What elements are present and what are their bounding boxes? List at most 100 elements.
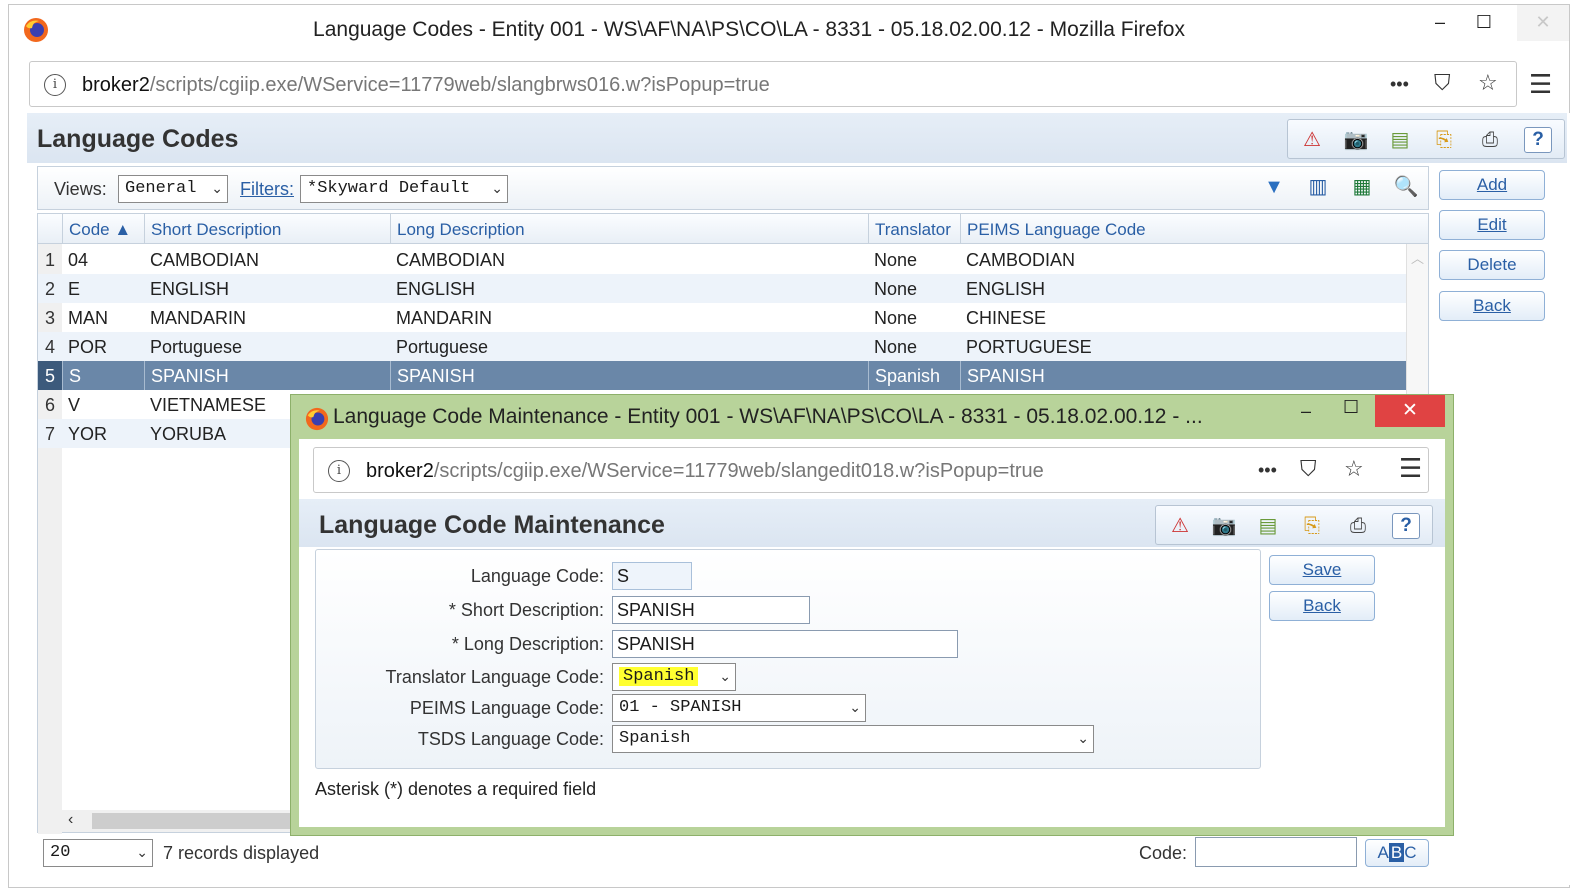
long-description-input[interactable]: SPANISH <box>612 630 958 658</box>
cell-long-description: MANDARIN <box>396 308 493 328</box>
abc-lookup-button[interactable]: ABC <box>1365 839 1429 867</box>
window-titlebar: Language Codes - Entity 001 - WS\AF\NA\P… <box>9 5 1569 53</box>
browser-menu-icon[interactable]: ☰ <box>1529 69 1552 100</box>
column-header-long-description[interactable]: Long Description <box>390 214 868 244</box>
chevron-down-icon: ⌄ <box>211 181 223 197</box>
popup-back-button[interactable]: Back <box>1269 591 1375 621</box>
url-host: broker2 <box>366 460 434 482</box>
tsds-language-code-select[interactable]: Spanish ⌄ <box>612 725 1094 753</box>
filter-icon[interactable]: ▼ <box>1260 174 1288 200</box>
translator-language-code-label: Translator Language Code: <box>385 667 604 687</box>
peims-language-code-label: PEIMS Language Code: <box>409 698 604 718</box>
address-bar[interactable]: i broker2/scripts/cgiip.exe/WService=117… <box>29 61 1517 107</box>
close-button[interactable]: ✕ <box>1517 5 1569 41</box>
camera-icon[interactable]: 📷 <box>1210 513 1238 539</box>
add-button[interactable]: Add <box>1439 170 1545 200</box>
excel-export-icon[interactable]: ▦ <box>1348 174 1376 200</box>
column-header-peims-language-code[interactable]: PEIMS Language Code <box>960 214 1406 244</box>
cell-code: 04 <box>68 250 89 270</box>
notes-icon[interactable]: ▤ <box>1386 127 1414 153</box>
cell-peims: CAMBODIAN <box>966 250 1076 270</box>
cell-peims: PORTUGUESE <box>966 337 1092 357</box>
filters-link[interactable]: Filters: <box>240 179 294 200</box>
print-icon[interactable]: ⎙ <box>1344 513 1372 539</box>
pocket-icon[interactable]: ⛉ <box>1434 70 1451 96</box>
export-icon[interactable]: ⎘ <box>1430 127 1458 153</box>
help-icon[interactable]: ? <box>1524 127 1552 153</box>
grid-header: Code ▲ Short Description Long Descriptio… <box>38 214 1428 244</box>
chevron-down-icon: ⌄ <box>719 669 731 685</box>
cell-code: S <box>62 361 144 390</box>
chevron-down-icon: ⌄ <box>1077 731 1089 747</box>
info-icon[interactable]: i <box>44 74 66 96</box>
more-actions-icon[interactable]: ••• <box>1390 74 1409 95</box>
save-button[interactable]: Save <box>1269 555 1375 585</box>
minimize-button[interactable]: – <box>1417 5 1463 41</box>
cell-short-description: CAMBODIAN <box>150 250 260 270</box>
export-icon[interactable]: ⎘ <box>1298 513 1326 539</box>
chevron-left-icon[interactable]: ‹ <box>68 811 73 829</box>
popup-address-bar[interactable]: i broker2/scripts/cgiip.exe/WService=117… <box>313 447 1429 493</box>
grid-footer: 20 ⌄ 7 records displayed Code: ABC <box>37 835 1447 871</box>
cell-code: POR <box>68 337 108 357</box>
address-url[interactable]: broker2/scripts/cgiip.exe/WService=11779… <box>82 74 770 97</box>
views-selected-value: General <box>125 179 197 198</box>
page-size-select[interactable]: 20 ⌄ <box>43 839 153 867</box>
chart-icon[interactable]: ▥ <box>1304 174 1332 200</box>
pocket-icon[interactable]: ⛉ <box>1300 456 1317 482</box>
row-number: 7 <box>44 424 55 444</box>
print-icon[interactable]: ⎙ <box>1476 127 1504 153</box>
url-path: /scripts/cgiip.exe/WService=11779web/sla… <box>433 460 1044 482</box>
chevron-down-icon: ⌄ <box>849 700 861 716</box>
popup-minimize-button[interactable]: – <box>1301 401 1311 422</box>
alert-icon[interactable]: ⚠ <box>1298 127 1326 153</box>
code-search-label: Code: <box>1139 843 1188 863</box>
long-description-label: * Long Description: <box>451 634 604 654</box>
row-number: 5 <box>38 361 62 390</box>
popup-address-url[interactable]: broker2/scripts/cgiip.exe/WService=11779… <box>366 460 1044 483</box>
popup-maximize-button[interactable]: ☐ <box>1343 397 1359 418</box>
popup-browser-menu-icon[interactable]: ☰ <box>1399 453 1422 484</box>
code-search-input[interactable] <box>1195 837 1357 867</box>
camera-icon[interactable]: 📷 <box>1342 127 1370 153</box>
delete-button[interactable]: Delete <box>1439 250 1545 280</box>
cell-translator: None <box>874 250 918 270</box>
edit-button[interactable]: Edit <box>1439 210 1545 240</box>
more-actions-icon[interactable]: ••• <box>1258 460 1277 481</box>
table-row-selected[interactable]: 5 S SPANISH SPANISH Spanish SPANISH <box>38 361 1406 390</box>
row-number: 4 <box>44 337 55 357</box>
back-button[interactable]: Back <box>1439 291 1545 321</box>
table-row[interactable]: 2 E ENGLISH ENGLISH None ENGLISH <box>38 274 1406 303</box>
views-select[interactable]: General ⌄ <box>118 175 228 203</box>
translator-selected-value: Spanish <box>619 667 699 686</box>
cell-peims: ENGLISH <box>966 279 1046 299</box>
table-row[interactable]: 4 POR Portuguese Portuguese None PORTUGU… <box>38 332 1406 361</box>
column-header-short-description[interactable]: Short Description <box>144 214 390 244</box>
bookmark-star-icon[interactable]: ☆ <box>1344 456 1364 482</box>
row-number: 1 <box>44 250 55 270</box>
column-header-code[interactable]: Code ▲ <box>62 214 144 244</box>
page-size-value: 20 <box>50 843 71 862</box>
notes-icon[interactable]: ▤ <box>1254 513 1282 539</box>
table-row[interactable]: 3 MAN MANDARIN MANDARIN None CHINESE <box>38 303 1406 332</box>
info-icon[interactable]: i <box>328 460 350 482</box>
filters-select[interactable]: *Skyward Default ⌄ <box>300 175 508 203</box>
maximize-button[interactable]: ☐ <box>1461 5 1507 41</box>
popup-close-button[interactable]: ✕ <box>1375 395 1445 427</box>
chevron-down-icon: ⌄ <box>491 181 503 197</box>
tsds-language-code-label: TSDS Language Code: <box>417 729 604 749</box>
translator-language-code-select[interactable]: Spanish ⌄ <box>612 663 736 691</box>
bookmark-star-icon[interactable]: ☆ <box>1478 70 1498 96</box>
peims-language-code-select[interactable]: 01 - SPANISH ⌄ <box>612 694 866 722</box>
column-header-translator[interactable]: Translator <box>868 214 960 244</box>
delete-button-label: Delete <box>1467 255 1517 274</box>
chevron-up-icon[interactable]: ︿ <box>1411 248 1424 267</box>
help-icon[interactable]: ? <box>1392 513 1420 539</box>
short-description-input[interactable]: SPANISH <box>612 596 810 624</box>
alert-icon[interactable]: ⚠ <box>1166 513 1194 539</box>
cell-short-description: SPANISH <box>144 361 390 390</box>
edit-button-label: Edit <box>1477 215 1507 234</box>
print-preview-icon[interactable]: 🔍 <box>1392 174 1420 200</box>
table-row[interactable]: 1 04 CAMBODIAN CAMBODIAN None CAMBODIAN <box>38 245 1406 274</box>
form-row-tsds: TSDS Language Code: Spanish ⌄ <box>316 725 1260 755</box>
